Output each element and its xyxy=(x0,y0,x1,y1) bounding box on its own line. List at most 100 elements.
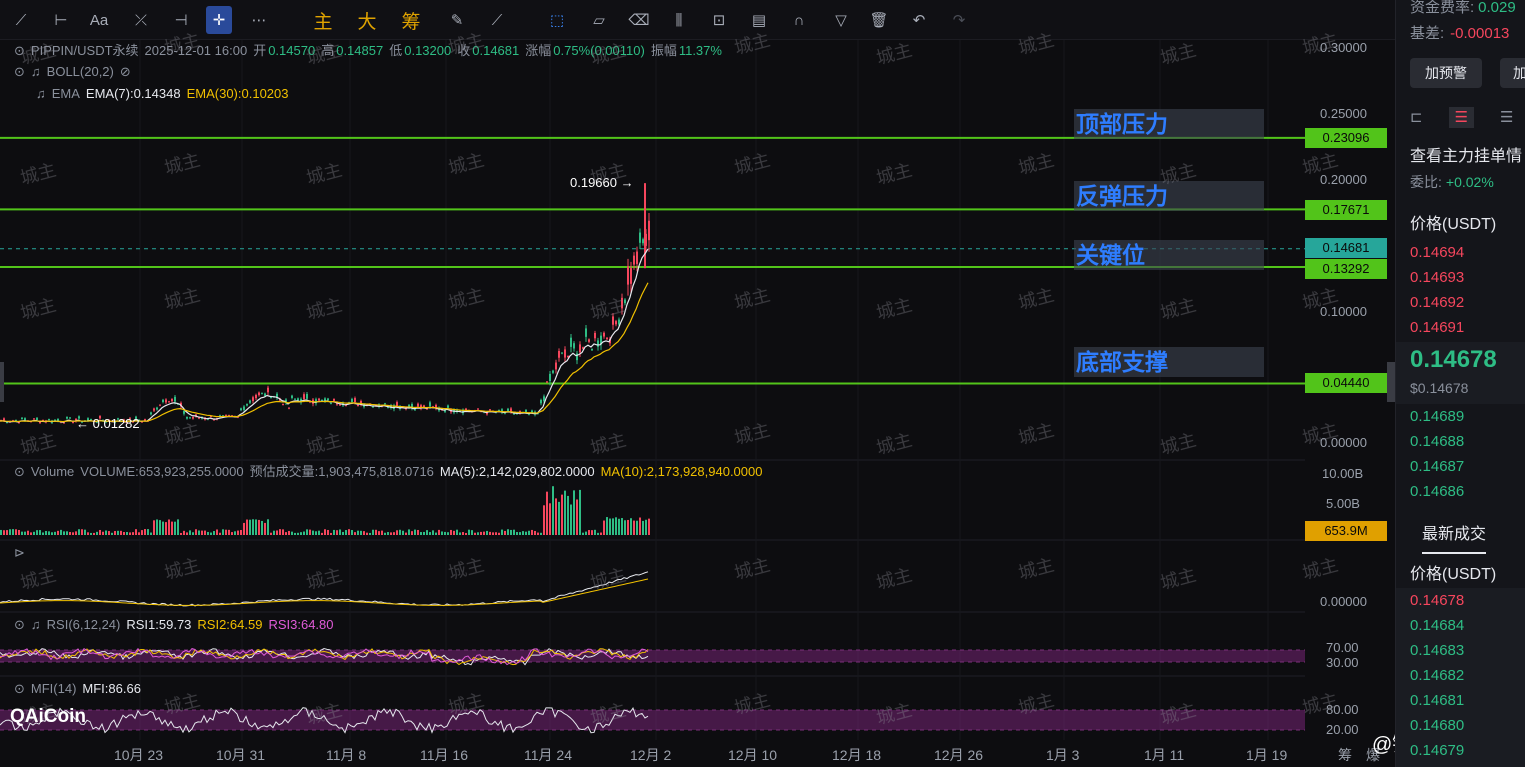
volume-bar xyxy=(114,531,116,535)
volume-bar xyxy=(267,519,269,535)
mfi-band xyxy=(0,710,1305,730)
bid-price[interactable]: 0.14686 xyxy=(1410,483,1464,500)
volume-bar xyxy=(444,531,446,535)
volume-bar xyxy=(546,491,548,535)
volume-bar xyxy=(105,530,107,535)
lock-icon[interactable]: ⊡ xyxy=(706,6,732,34)
collapse-icon[interactable]: ⊙ xyxy=(14,681,25,696)
crosshair-icon[interactable]: ✛ xyxy=(206,6,232,34)
volume-bar xyxy=(33,531,35,535)
volume-bar xyxy=(72,532,74,535)
volume-bar xyxy=(207,531,209,535)
order-book-panel: 资金费率:0.029 基差: -0.00013 加预警 加 ⊏ ☰ ☰ 查看主力挂单情… xyxy=(1395,0,1525,767)
undo-icon[interactable]: ↶ xyxy=(906,6,932,34)
ray-tool-icon[interactable]: ⊣ xyxy=(168,6,194,34)
asks-icon[interactable]: ☰ xyxy=(1448,107,1475,128)
horizontal-line-icon[interactable]: ⊢ xyxy=(48,6,74,34)
volume-bar xyxy=(240,529,242,535)
main-force-button[interactable]: 主 xyxy=(310,6,336,34)
candle-body xyxy=(153,408,155,411)
bid-price[interactable]: 0.14687 xyxy=(1410,458,1464,475)
bell-icon[interactable]: ♫ xyxy=(36,86,46,101)
bell-icon[interactable]: ♫ xyxy=(31,64,41,79)
volume-bar xyxy=(630,518,632,535)
bid-price[interactable]: 0.14689 xyxy=(1410,408,1464,425)
bell-icon[interactable]: ♫ xyxy=(31,617,41,632)
candle-body xyxy=(588,339,590,342)
high-value: 0.14857 xyxy=(336,43,384,58)
volume-bar xyxy=(465,532,467,535)
collapse-icon[interactable]: ⊙ xyxy=(14,64,25,79)
volume-bar xyxy=(636,520,638,535)
edit-icon[interactable]: ✎ xyxy=(444,6,470,34)
brush-icon[interactable]: ⟋ xyxy=(484,6,510,34)
ruler-icon[interactable]: ▱ xyxy=(586,6,612,34)
candle-body xyxy=(621,297,623,309)
candle-body xyxy=(555,362,557,370)
chart-area[interactable]: ⊙ PIPPIN/USDT永续 2025-12-01 16:00 开 0.14570 高 0… xyxy=(0,30,1395,767)
time-axis-label: 1月 19 xyxy=(1246,747,1288,763)
volume-bar xyxy=(6,530,8,535)
low-label: 低 xyxy=(389,43,403,58)
volume-bar xyxy=(213,531,215,535)
volume-bar xyxy=(480,531,482,535)
add-alert-button[interactable]: 加预警 xyxy=(1410,58,1482,88)
both-sides-icon[interactable]: ⊏ xyxy=(1410,109,1423,126)
volume-bar xyxy=(264,522,266,535)
volume-bar xyxy=(375,529,377,535)
candles-icon[interactable]: ⫼ xyxy=(666,6,692,34)
bid-price[interactable]: 0.14688 xyxy=(1410,433,1464,450)
collapse-icon[interactable]: ⊙ xyxy=(14,617,25,632)
trade-price: 0.14681 xyxy=(1410,692,1465,709)
rebound-pressure-label: 反弹压力 xyxy=(1074,181,1264,211)
redo-icon[interactable]: ↷ xyxy=(946,6,972,34)
chips-button[interactable]: 筹 xyxy=(398,6,424,34)
bids-icon[interactable]: ☰ xyxy=(1500,109,1513,126)
candle-body xyxy=(639,232,641,243)
candle-body xyxy=(648,220,650,241)
main-orders-title[interactable]: 查看主力挂单情 xyxy=(1410,142,1522,166)
line-tool-icon[interactable]: ⟋ xyxy=(8,6,34,34)
collapse-icon[interactable]: ⊙ xyxy=(14,464,25,479)
candle-body xyxy=(507,408,509,412)
candle-body xyxy=(36,417,38,421)
ask-price[interactable]: 0.14692 xyxy=(1410,294,1464,311)
filter-icon[interactable]: ▽ xyxy=(828,6,854,34)
trash-icon[interactable]: 🗑 xyxy=(866,6,892,34)
candle-body xyxy=(291,395,293,398)
tab-latest-trades[interactable]: 最新成交 xyxy=(1422,520,1487,554)
candle-body xyxy=(318,398,320,401)
volume-bar xyxy=(468,529,470,535)
more-icon[interactable]: ⋯ xyxy=(246,6,272,34)
big-order-button[interactable]: 大 xyxy=(354,6,380,34)
eraser-icon[interactable]: ⌫ xyxy=(626,6,652,34)
ask-price[interactable]: 0.14693 xyxy=(1410,269,1464,286)
chips-axis-button[interactable]: 筹 xyxy=(1338,745,1352,765)
volume-bar xyxy=(99,529,101,535)
volume-bar xyxy=(180,532,182,535)
ask-price[interactable]: 0.14691 xyxy=(1410,319,1464,336)
volume-bar xyxy=(528,530,530,535)
collapse-icon[interactable]: ⊙ xyxy=(14,43,25,58)
volume-bar xyxy=(600,532,602,535)
time-axis-label: 12月 10 xyxy=(728,747,778,763)
candle-body xyxy=(156,407,158,410)
note-icon[interactable]: ▤ xyxy=(746,6,772,34)
basis-row: 基差: -0.00013 xyxy=(1410,22,1509,43)
ask-price[interactable]: 0.14694 xyxy=(1410,244,1464,261)
expand-icon[interactable]: ⊳ xyxy=(14,545,25,560)
fib-tool-icon[interactable]: ⤫ xyxy=(128,6,154,34)
magnet-icon[interactable]: ∩ xyxy=(786,6,812,34)
text-tool-icon[interactable]: Aa xyxy=(86,6,112,34)
scroll-handle xyxy=(0,362,4,402)
candle-body xyxy=(624,299,626,304)
candle-body xyxy=(69,417,71,419)
volume-bar xyxy=(405,532,407,535)
candle-body xyxy=(258,392,260,396)
volume-bar xyxy=(228,529,230,535)
add-button[interactable]: 加 xyxy=(1500,58,1525,88)
select-icon[interactable]: ⬚ xyxy=(544,6,570,34)
volume-bar xyxy=(162,521,164,535)
eye-off-icon[interactable]: ⊘ xyxy=(120,64,131,79)
chart-canvas[interactable] xyxy=(0,40,1395,767)
